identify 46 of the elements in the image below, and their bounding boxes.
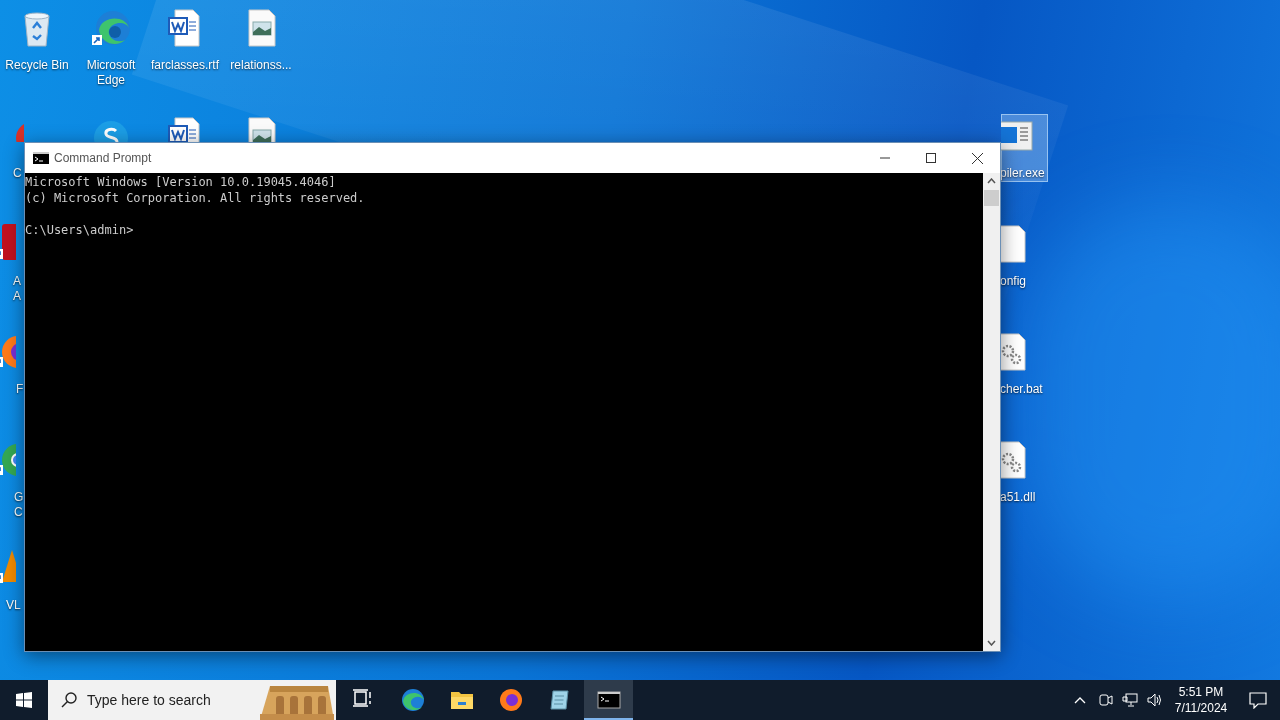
scroll-up-icon[interactable] [987,178,996,184]
scroll-thumb[interactable] [984,190,999,206]
scrollbar[interactable] [983,173,1000,651]
edge-icon[interactable] [91,8,131,48]
edge-icon [400,688,425,712]
icon-label: piler.exe [1000,166,1045,181]
window-title: Command Prompt [54,150,152,167]
windows-logo-icon [16,692,32,708]
console-area[interactable]: Microsoft Windows [Version 10.0.19045.4046] (c) Microsoft Corporation. All rights reserved. C:\Users\admin> [25,173,983,651]
message-icon [1249,691,1267,709]
icon-label: F [16,382,24,397]
search-bar[interactable]: Type here to search [48,680,336,720]
taskbar-app-button[interactable] [584,680,633,720]
icon-label: C [13,166,22,181]
maximize-icon [926,153,936,163]
date-label: 7/11/2024 [1174,700,1228,716]
firefox-icon [498,688,523,712]
notepad-icon [547,688,572,712]
icon-label: A [13,274,21,289]
icon-label: cher.bat [1000,382,1043,397]
icon-label: a51.dll [1000,490,1036,505]
console-icon [596,688,621,712]
console-line: Microsoft Windows [Version 10.0.19045.4046] [25,174,337,190]
icon-label: A [13,289,21,304]
search-icon [61,692,77,708]
icon-label: Microsoft [85,58,137,73]
icon-label: C [14,505,23,520]
scroll-down-icon[interactable] [987,640,996,646]
icon-label: onfig [1000,274,1027,289]
icon-label: Edge [96,73,126,88]
volume-icon[interactable] [1146,692,1164,708]
icon-label: farclasses.rtf [150,58,220,73]
console-line: C:\Users\admin> [25,222,135,238]
network-icon[interactable] [1122,692,1138,708]
clock[interactable]: 5:51 PM 7/11/2024 [1170,684,1232,716]
camera-icon[interactable] [1098,692,1114,708]
icon-label: relationss... [229,58,293,73]
console-line: (c) Microsoft Corporation. All rights reserved. [25,190,366,206]
icon-label: VL [6,598,21,613]
chevron-up-icon[interactable] [1074,696,1086,704]
search-input[interactable]: Type here to search [87,689,237,711]
icon-label: Recycle Bin [4,58,70,73]
close-icon [971,152,983,164]
time-label: 5:51 PM [1178,684,1224,700]
console-icon [33,152,49,164]
icon-label: G [14,490,24,505]
